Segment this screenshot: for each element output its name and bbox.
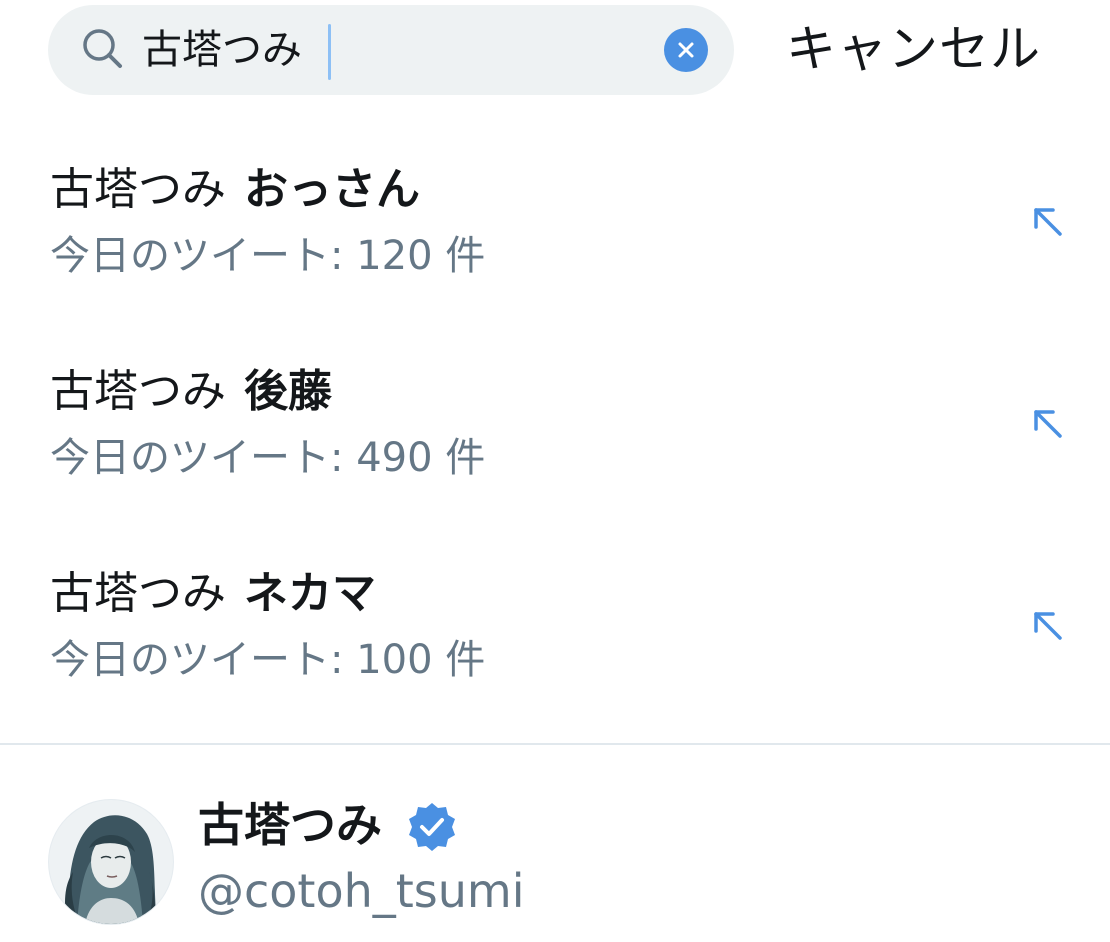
suggestion-base-text: 古塔つみ	[50, 366, 226, 417]
arrow-up-left-icon[interactable]	[1026, 402, 1070, 446]
suggestion-title: 古塔つみ ネカマ	[50, 564, 376, 624]
suggestion-title: 古塔つみ 後藤	[50, 362, 332, 422]
suggestion-term: 後藤	[244, 366, 332, 417]
search-suggestion[interactable]: 古塔つみ ネカマ 今日のツイート: 100 件	[0, 544, 1110, 744]
text-caret	[328, 24, 331, 80]
clear-search-button[interactable]	[664, 28, 708, 72]
suggestion-base-text: 古塔つみ	[50, 164, 226, 215]
search-icon	[83, 29, 122, 68]
cancel-button[interactable]: キャンセル	[786, 16, 1041, 82]
arrow-up-left-icon[interactable]	[1026, 200, 1070, 244]
avatar-illustration	[49, 800, 173, 924]
suggestion-term: おっさん	[244, 164, 420, 215]
search-suggestion[interactable]: 古塔つみ おっさん 今日のツイート: 120 件	[0, 140, 1110, 340]
suggestion-title: 古塔つみ おっさん	[50, 160, 420, 220]
suggestion-tweet-count: 今日のツイート: 100 件	[50, 637, 486, 683]
search-input[interactable]: 古塔つみ	[142, 22, 302, 78]
search-bar-row: 古塔つみ キャンセル	[0, 0, 1110, 100]
suggestion-term: ネカマ	[244, 568, 376, 619]
avatar[interactable]	[48, 799, 174, 925]
suggestion-tweet-count: 今日のツイート: 490 件	[50, 435, 486, 481]
user-result-row[interactable]: 古塔つみ @cotoh_tsumi	[0, 745, 1110, 942]
verified-badge-icon	[409, 803, 455, 851]
search-suggestion[interactable]: 古塔つみ 後藤 今日のツイート: 490 件	[0, 342, 1110, 542]
suggestion-base-text: 古塔つみ	[50, 568, 226, 619]
user-display-name: 古塔つみ	[198, 798, 382, 852]
suggestion-tweet-count: 今日のツイート: 120 件	[50, 233, 486, 279]
arrow-up-left-icon[interactable]	[1026, 604, 1070, 648]
clear-icon	[678, 42, 694, 58]
user-handle: @cotoh_tsumi	[198, 864, 525, 918]
